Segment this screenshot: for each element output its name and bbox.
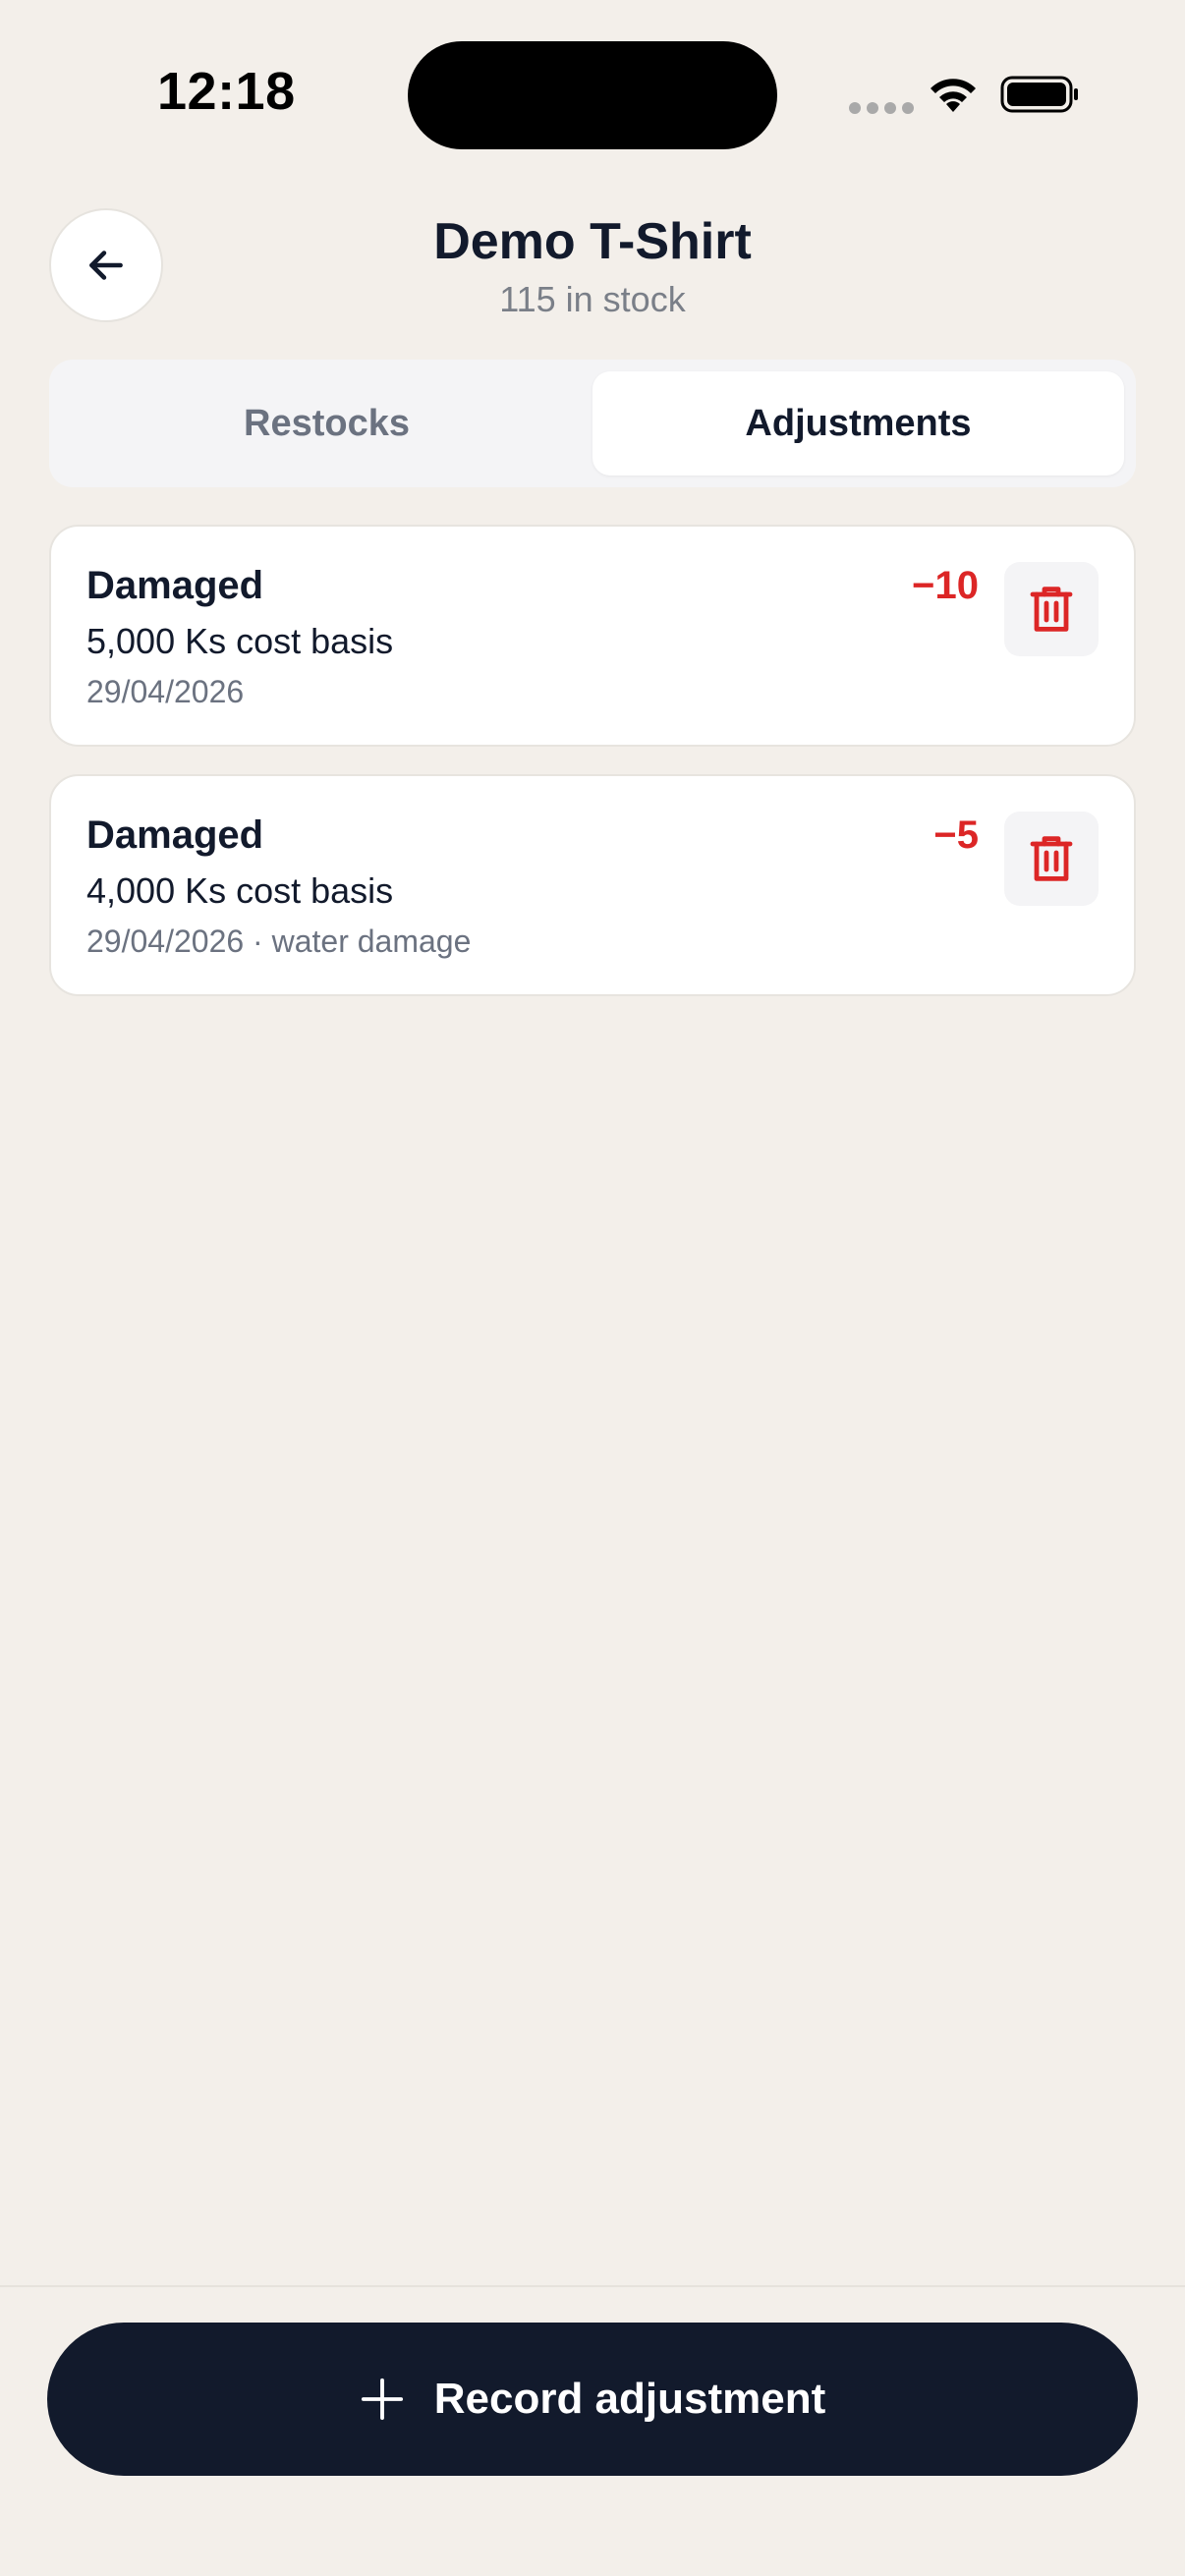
record-adjustment-button[interactable]: Record adjustment [47, 2323, 1138, 2476]
adjustment-date: 29/04/2026 [86, 674, 245, 709]
adjustment-quantity: −10 [912, 564, 979, 607]
trash-icon [1030, 836, 1073, 881]
adjustment-cost-basis: 5,000 Ks cost basis [86, 621, 394, 661]
bottom-divider [0, 2285, 1185, 2287]
dynamic-island [408, 41, 777, 149]
wifi-icon [931, 79, 976, 112]
status-time: 12:18 [157, 62, 296, 121]
adjustment-card[interactable]: Damaged 4,000 Ks cost basis 29/04/2026 ·… [49, 774, 1136, 996]
cellular-signal-icon [849, 102, 914, 114]
delete-button[interactable] [1004, 562, 1099, 656]
adjustment-reason: Damaged [86, 564, 264, 607]
app-screen: 12:18 Demo T-Shirt 115 in stock Restocks… [0, 0, 1185, 2576]
adjustment-quantity: −5 [933, 813, 979, 857]
adjustment-cost-basis: 4,000 Ks cost basis [86, 870, 394, 911]
adjustment-card[interactable]: Damaged 5,000 Ks cost basis 29/04/2026 −… [49, 525, 1136, 747]
adjustment-reason: Damaged [86, 813, 264, 857]
record-adjustment-label: Record adjustment [433, 2375, 826, 2423]
plus-icon [361, 2378, 403, 2421]
tab-restocks[interactable]: Restocks [61, 371, 592, 476]
tab-adjustments[interactable]: Adjustments [592, 371, 1124, 476]
segmented-tabs: Restocks Adjustments [49, 360, 1136, 487]
adjustment-date-note: 29/04/2026 · water damage [86, 924, 472, 959]
trash-icon [1030, 587, 1073, 632]
stock-count: 115 in stock [499, 279, 686, 319]
battery-icon [1000, 76, 1078, 113]
page-title: Demo T-Shirt [433, 213, 752, 270]
delete-button[interactable] [1004, 812, 1099, 906]
